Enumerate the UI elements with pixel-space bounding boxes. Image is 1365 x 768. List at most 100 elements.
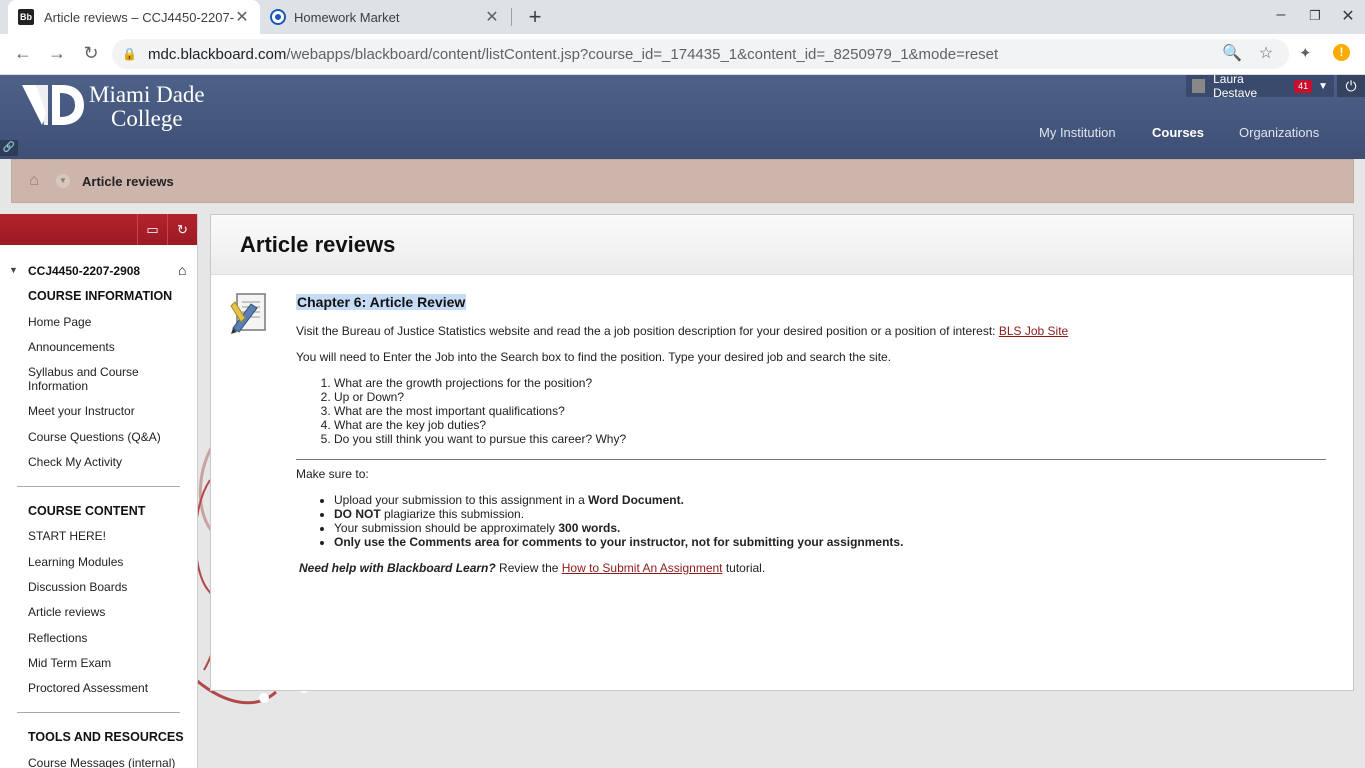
sidebar-item-check-activity[interactable]: Check My Activity [28,455,188,469]
list-item: Only use the Comments area for comments … [334,535,1326,549]
close-tab-icon[interactable]: ✕ [234,7,250,27]
nav-courses[interactable]: Courses [1152,125,1204,140]
logo-line1: Miami Dade [89,82,205,107]
url-input[interactable]: 🔒 mdc.blackboard.com/webapps/blackboard/… [112,39,1289,69]
logout-power-icon[interactable]: ⏻ [1337,75,1365,97]
content-header: Article reviews [211,215,1353,275]
b1-text: Upload your submission to this assignmen… [334,493,589,507]
how-to-submit-link[interactable]: How to Submit An Assignment [562,561,723,575]
b3-text: Your submission should be approximately [334,521,559,535]
sidebar-divider [17,486,180,487]
tab-title: Homework Market [294,9,400,25]
help-pre: Review the [495,561,562,575]
bookmark-star-icon[interactable]: ☆ [1256,43,1276,63]
course-menu-sidebar: ▭ ↻ ▼ CCJ4450-2207-2908 ⌂ COURSE INFORMA… [0,214,198,768]
b2-text: plagiarize this submission. [380,507,525,521]
list-item: What are the key job duties? [334,418,1326,432]
chevron-down-icon: ▼ [1318,80,1328,92]
minimize-icon[interactable]: – [1271,6,1291,24]
breadcrumb: ⌂ ▼ Article reviews [11,159,1354,203]
sidebar-item-discussion-boards[interactable]: Discussion Boards [28,580,188,594]
make-sure-heading: Make sure to: [296,467,369,481]
update-alert-icon[interactable]: ! [1333,44,1350,61]
avatar [1192,79,1206,93]
sidebar-item-reflections[interactable]: Reflections [28,631,188,645]
close-tab-icon[interactable]: ✕ [484,7,500,27]
browser-tab-active[interactable]: Bb Article reviews – CCJ4450-2207- ✕ [8,0,260,34]
restore-icon[interactable]: ❐ [1305,8,1325,24]
blackboard-favicon-icon: Bb [18,9,34,25]
sidebar-item-article-reviews[interactable]: Article reviews [28,605,188,619]
sidebar-item-meet-instructor[interactable]: Meet your Instructor [28,404,188,418]
bls-job-site-link[interactable]: BLS Job Site [999,324,1068,338]
intro-text: Visit the Bureau of Justice Statistics w… [296,324,999,338]
sidebar-item-home-page[interactable]: Home Page [28,315,188,329]
sidebar-item-mid-term-exam[interactable]: Mid Term Exam [28,656,188,670]
sidebar-item-syllabus[interactable]: Syllabus and Course Information [28,365,188,393]
course-id[interactable]: CCJ4450-2207-2908 [28,264,140,278]
b3-bold: 300 words. [558,521,621,535]
url-host: mdc.blackboard.com [148,45,287,63]
new-tab-icon[interactable]: + [522,4,548,30]
help-bold: Need help with Blackboard Learn? [299,561,496,575]
address-bar: ← → ↻ 🔒 mdc.blackboard.com/webapps/black… [0,34,1365,75]
sidebar-divider [17,712,180,713]
b2-bold: DO NOT [334,507,381,521]
folder-view-icon[interactable]: ▭ [137,214,167,245]
course-home-icon[interactable]: ⌂ [178,262,186,278]
home-icon[interactable]: ⌂ [12,160,56,202]
help-post: tutorial. [722,561,766,575]
item-title[interactable]: Chapter 6: Article Review [296,294,467,310]
user-name: Laura Destave [1213,72,1258,100]
page-title: Article reviews [240,232,396,257]
url-path: /webapps/blackboard/content/listContent.… [286,45,999,63]
tab-separator [511,8,512,26]
site-header: Miami Dade College Laura Destave 41 ▼ ⏻ … [0,72,1365,159]
list-item: Upload your submission to this assignmen… [334,493,1326,507]
breadcrumb-menu-chevron-icon[interactable]: ▼ [56,174,70,188]
sidebar-item-announcements[interactable]: Announcements [28,340,188,354]
section-tools-resources: TOOLS AND RESOURCES [28,730,184,744]
list-item: DO NOT plagiarize this submission. [334,507,1326,521]
zoom-icon[interactable]: 🔍 [1222,43,1242,63]
sidebar-item-course-messages[interactable]: Course Messages (internal) [28,756,188,768]
section-course-information: COURSE INFORMATION [28,289,173,303]
close-window-icon[interactable]: ✕ [1338,6,1358,26]
section-course-content: COURSE CONTENT [28,504,146,518]
link-icon[interactable]: 🔗 [0,140,18,156]
mdc-logo-mark-icon [22,85,84,125]
miami-dade-logo[interactable]: Miami Dade College [22,83,205,131]
b4-bold: Only use the Comments area for comments … [334,535,904,549]
nav-my-institution[interactable]: My Institution [1039,125,1116,140]
questions-list: What are the growth projections for the … [296,376,1326,446]
extensions-icon[interactable]: ✦ [1299,44,1312,62]
lock-icon: 🔒 [122,47,137,61]
logo-text: Miami Dade College [89,83,205,131]
back-icon[interactable]: ← [12,43,34,64]
requirements-list: Upload your submission to this assignmen… [296,493,1326,549]
browser-tab-homework-market[interactable]: Homework Market ✕ [262,0,510,34]
logo-line2: College [111,106,183,131]
sidebar-item-learning-modules[interactable]: Learning Modules [28,555,188,569]
list-item: Do you still think you want to pursue th… [334,432,1326,446]
sidebar-item-start-here[interactable]: START HERE! [28,529,188,543]
collapse-caret-icon[interactable]: ▼ [9,265,18,275]
user-menu[interactable]: Laura Destave 41 ▼ [1186,72,1334,100]
reload-icon[interactable]: ↻ [80,43,102,64]
homework-market-favicon-icon [272,11,284,23]
notification-badge: 41 [1294,79,1313,93]
browser-tab-bar: Bb Article reviews – CCJ4450-2207- ✕ Hom… [0,0,1365,34]
sidebar-item-proctored-assessment[interactable]: Proctored Assessment [28,681,188,695]
list-item: Your submission should be approximately … [334,521,1326,535]
refresh-icon[interactable]: ↻ [167,214,197,245]
list-item: What are the most important qualificatio… [334,404,1326,418]
assignment-icon [230,293,266,334]
list-item: What are the growth projections for the … [334,376,1326,390]
help-paragraph: Need help with Blackboard Learn? Review … [296,561,1326,575]
instruction-paragraph: You will need to Enter the Job into the … [296,350,892,364]
breadcrumb-current: Article reviews [82,173,174,189]
forward-icon[interactable]: → [46,43,68,64]
nav-organizations[interactable]: Organizations [1239,125,1319,140]
content-panel: Article reviews Chapter 6: Article Revie… [210,214,1354,691]
sidebar-item-course-questions[interactable]: Course Questions (Q&A) [28,430,188,444]
